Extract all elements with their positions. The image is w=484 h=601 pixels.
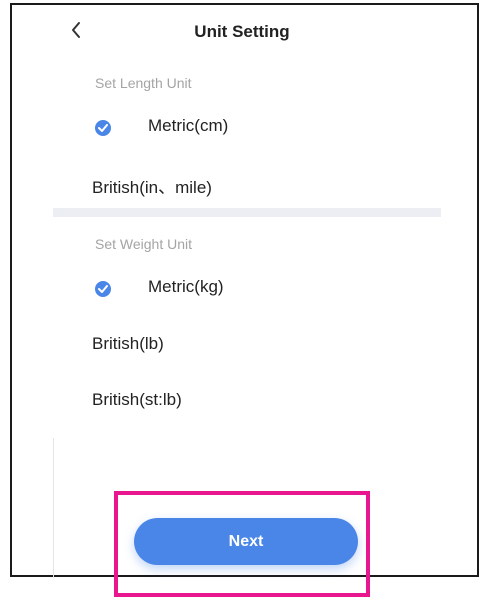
- weight-section-label: Set Weight Unit: [95, 236, 193, 252]
- length-section-label: Set Length Unit: [95, 75, 192, 91]
- scroll-edge: [53, 438, 56, 578]
- next-button[interactable]: Next: [134, 518, 358, 565]
- option-label: Metric(cm): [148, 116, 229, 135]
- option-length-british[interactable]: British(in、mile): [92, 173, 212, 198]
- option-label: Metric(kg): [148, 277, 224, 296]
- section-divider: [53, 208, 441, 217]
- option-weight-british-stlb[interactable]: British(st:lb): [92, 390, 182, 410]
- option-weight-british-lb[interactable]: British(lb): [92, 334, 164, 354]
- checkmark-icon: [95, 120, 111, 136]
- page-title: Unit Setting: [194, 22, 290, 41]
- checkmark-icon: [95, 281, 111, 297]
- option-length-metric[interactable]: Metric(cm): [95, 116, 295, 142]
- option-weight-metric[interactable]: Metric(kg): [95, 277, 295, 303]
